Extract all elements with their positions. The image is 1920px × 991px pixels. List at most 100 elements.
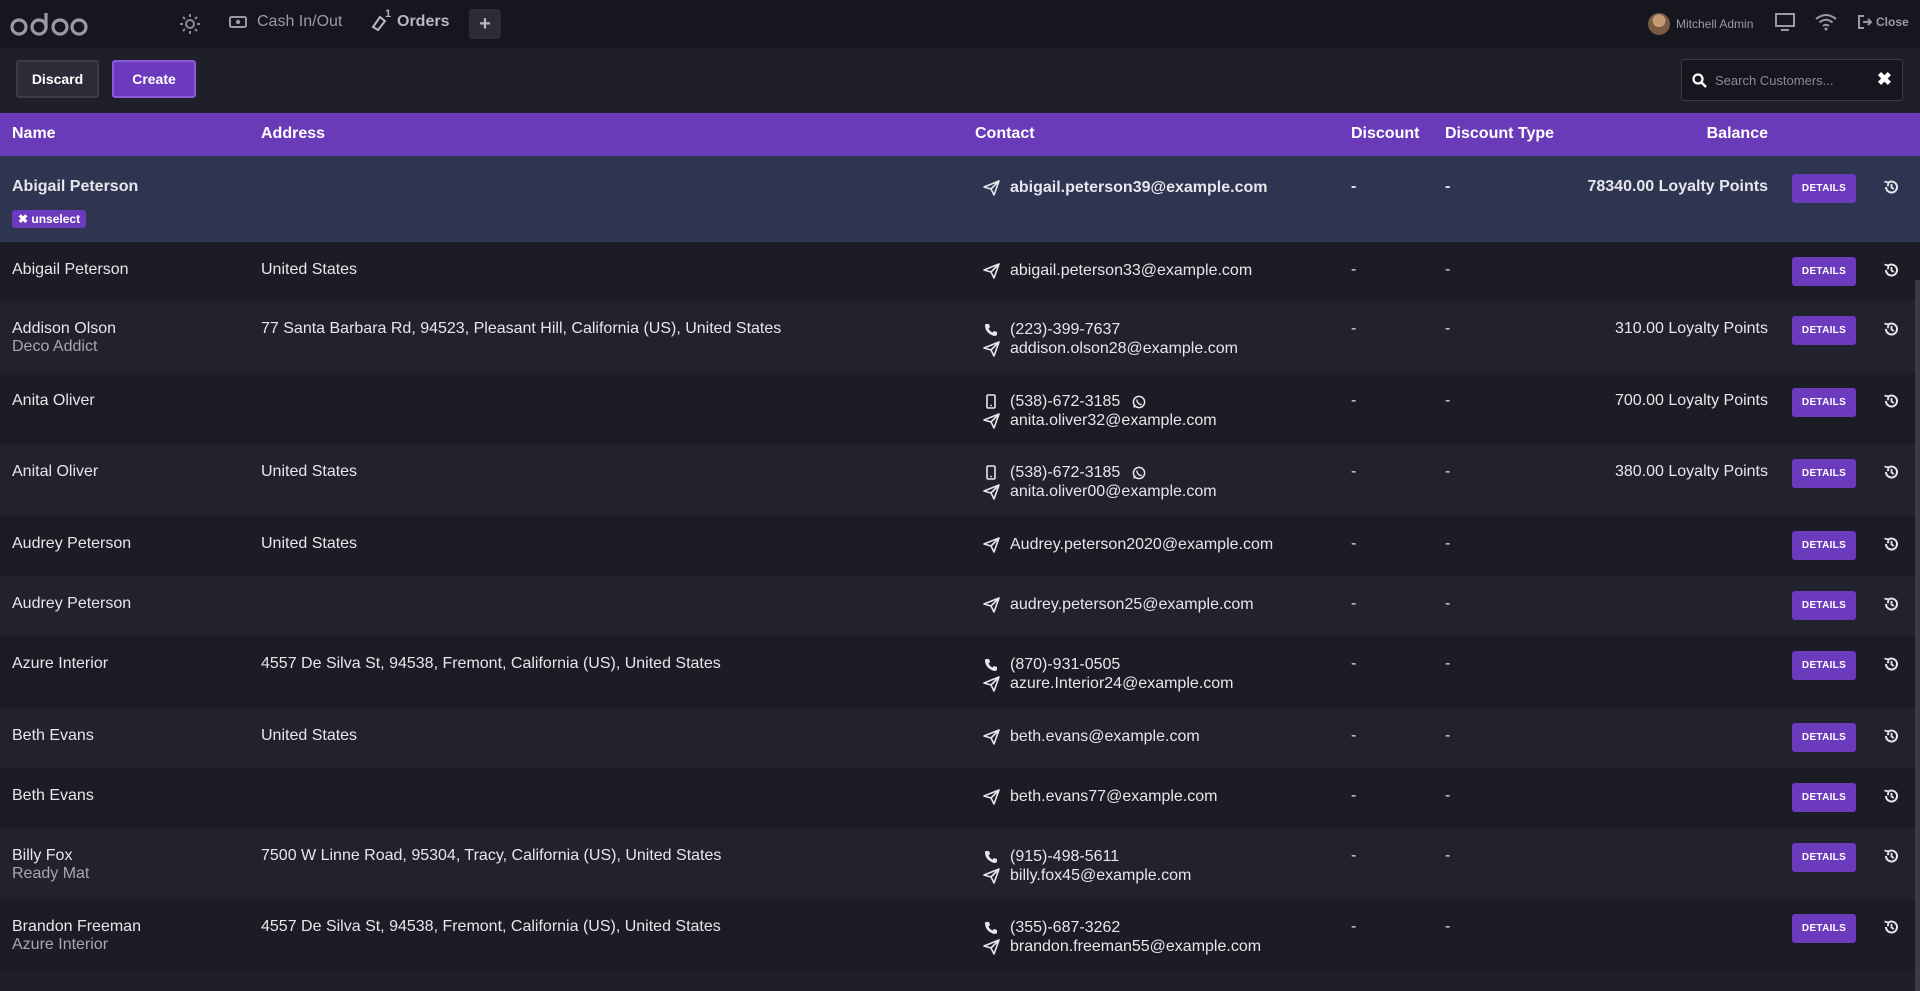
customer-name: Billy Fox [12, 847, 73, 864]
details-button[interactable]: DETAILS [1792, 783, 1856, 812]
customer-name-cell: Abigail Peterson [12, 261, 129, 279]
history-icon[interactable] [1883, 321, 1899, 342]
mobile-icon [982, 464, 1000, 482]
customer-phone: (355)-687-3262 [1010, 918, 1121, 936]
odoo-logo [10, 13, 88, 36]
history-icon[interactable] [1883, 596, 1899, 617]
details-button[interactable]: DETAILS [1792, 316, 1856, 345]
table-row[interactable]: Beth Evans United States beth.evans@exampl… [0, 708, 1920, 768]
search-customers-input[interactable] [1713, 71, 1877, 89]
details-button[interactable]: DETAILS [1792, 459, 1856, 488]
email-icon [982, 728, 1000, 746]
gear-icon[interactable] [178, 12, 202, 36]
table-row[interactable]: Anital Oliver United States (538)-672-3185… [0, 444, 1920, 516]
customer-contact: (355)-687-3262 brandon.freeman55@example.… [982, 918, 1261, 956]
unselect-button[interactable]: ✖ unselect [12, 210, 87, 228]
search-customers-box: ✖ [1681, 59, 1903, 101]
customer-balance: 78340.00 Loyalty Points [1587, 178, 1768, 195]
customer-name-cell: Anita Oliver [12, 392, 95, 410]
orders-label: Orders [397, 13, 450, 30]
table-row-selected[interactable]: Abigail Peterson ✖ unselect abigail.peters… [0, 156, 1920, 242]
customer-email: beth.evans@example.com [1010, 727, 1200, 745]
history-icon[interactable] [1883, 536, 1899, 557]
table-row[interactable]: Beth Evans beth.evans77@example.com - - DETA… [0, 768, 1920, 828]
details-button[interactable]: DETAILS [1792, 257, 1856, 286]
history-icon[interactable] [1883, 179, 1899, 200]
scrollbar[interactable] [1915, 280, 1920, 991]
customer-email: azure.Interior24@example.com [1010, 674, 1234, 692]
history-icon[interactable] [1883, 393, 1899, 414]
customer-contact: audrey.peterson25@example.com [982, 595, 1254, 614]
customer-contact: beth.evans77@example.com [982, 787, 1217, 806]
cash-in-out-label: Cash In/Out [257, 13, 343, 30]
close-button[interactable]: Close [1858, 15, 1909, 29]
table-row[interactable]: Audrey Peterson audrey.peterson25@example… [0, 576, 1920, 636]
table-row[interactable]: Brandon Freeman Azure Interior 4557 De Sil… [0, 899, 1920, 971]
customer-company: Azure Interior [12, 936, 109, 953]
history-icon[interactable] [1883, 919, 1899, 940]
wifi-icon [1815, 14, 1837, 31]
details-button[interactable]: DETAILS [1792, 723, 1856, 752]
table-row[interactable]: Azure Interior 4557 De Silva St, 94538, F… [0, 636, 1920, 708]
customer-name: Audrey Peterson [12, 595, 132, 612]
table-row[interactable]: Billy Fox Ready Mat 7500 W Linne Road, 953… [0, 828, 1920, 899]
clear-search-icon[interactable]: ✖ [1877, 69, 1892, 90]
header-name: Name [12, 125, 56, 142]
history-icon[interactable] [1883, 464, 1899, 485]
orders-button[interactable]: 1 Orders [371, 8, 450, 31]
desktop-icon[interactable] [1775, 13, 1795, 31]
create-button[interactable]: Create [112, 60, 196, 98]
history-icon[interactable] [1883, 788, 1899, 809]
history-icon[interactable] [1883, 728, 1899, 749]
customer-contact: abigail.peterson33@example.com [982, 261, 1252, 280]
email-icon [982, 483, 1000, 501]
phone-icon [982, 321, 1000, 339]
phone-icon [982, 656, 1000, 674]
table-row[interactable]: Abigail Peterson United States abigail.pet… [0, 242, 1920, 301]
whatsapp-icon[interactable] [1132, 466, 1146, 480]
customer-discount: - [1351, 727, 1357, 744]
customer-name-cell: Addison Olson Deco Addict [12, 320, 116, 356]
whatsapp-icon[interactable] [1132, 395, 1146, 409]
customer-discount-type: - [1445, 463, 1451, 480]
customer-contact: (538)-672-3185 anita.oliver32@example.com [982, 392, 1217, 430]
details-button[interactable]: DETAILS [1792, 388, 1856, 417]
details-button[interactable]: DETAILS [1792, 651, 1856, 680]
customer-discount-type: - [1445, 595, 1451, 612]
customer-phone: (223)-399-7637 [1010, 320, 1121, 338]
new-order-button[interactable]: + [469, 9, 501, 39]
customer-discount: - [1351, 261, 1357, 278]
cash-in-out-button[interactable]: Cash In/Out [229, 13, 342, 31]
details-button[interactable]: DETAILS [1792, 591, 1856, 620]
history-icon[interactable] [1883, 656, 1899, 677]
discard-button[interactable]: Discard [16, 60, 99, 98]
details-button[interactable]: DETAILS [1792, 531, 1856, 560]
customer-discount: - [1351, 463, 1357, 480]
customer-name-cell: Brandon Freeman Azure Interior [12, 918, 141, 954]
customer-email: beth.evans77@example.com [1010, 787, 1218, 805]
user-menu[interactable]: Mitchell Admin [1648, 13, 1753, 35]
history-icon[interactable] [1883, 262, 1899, 283]
customer-contact: (223)-399-7637 addison.olson28@example.co… [982, 320, 1238, 358]
email-icon [982, 596, 1000, 614]
details-button[interactable]: DETAILS [1792, 174, 1856, 203]
email-icon [982, 179, 1000, 197]
phone-icon [982, 848, 1000, 866]
customer-discount: - [1351, 918, 1357, 935]
customer-address: 4557 De Silva St, 94538, Fremont, Califo… [261, 918, 721, 935]
table-row[interactable]: Anita Oliver (538)-672-3185 anita.oliver32… [0, 373, 1920, 444]
customer-discount: - [1351, 787, 1357, 804]
orders-count-badge: 1 [385, 8, 392, 20]
customer-name-cell: Abigail Peterson [12, 178, 138, 196]
customer-discount-type: - [1445, 320, 1451, 337]
details-button[interactable]: DETAILS [1792, 843, 1856, 872]
customer-discount-type: - [1445, 655, 1451, 672]
table-row[interactable]: Addison Olson Deco Addict 77 Santa Barbara… [0, 301, 1920, 373]
history-icon[interactable] [1883, 848, 1899, 869]
customer-name: Brandon Freeman [12, 918, 141, 935]
customer-discount-type: - [1445, 392, 1451, 409]
table-row[interactable]: Audrey Peterson United States Audrey.peter… [0, 516, 1920, 576]
customer-name-cell: Azure Interior [12, 655, 108, 673]
details-button[interactable]: DETAILS [1792, 914, 1856, 943]
customer-discount-type: - [1445, 178, 1451, 195]
